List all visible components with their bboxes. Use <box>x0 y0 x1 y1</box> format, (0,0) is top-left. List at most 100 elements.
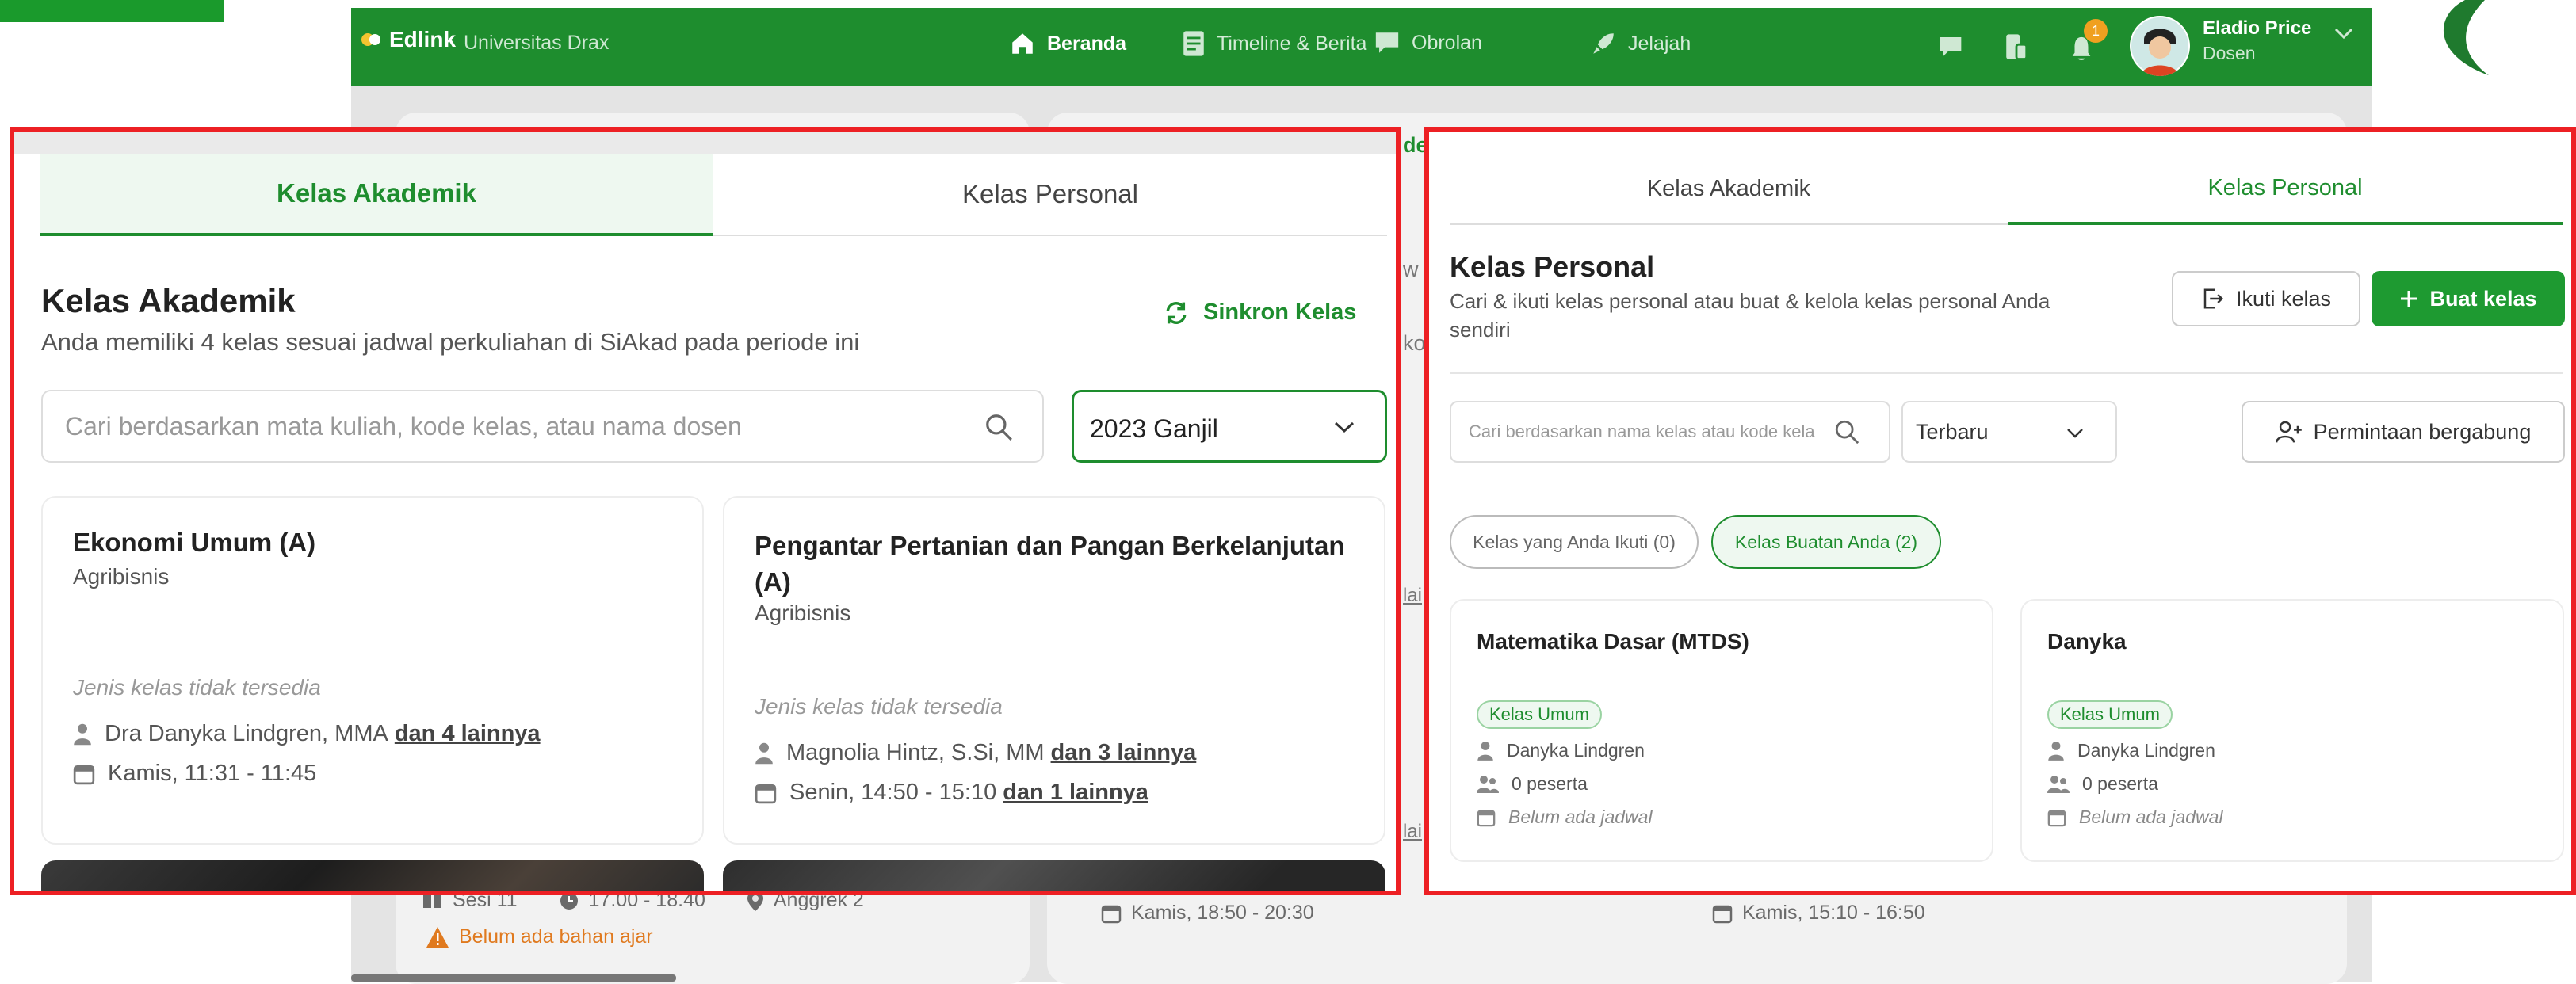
bg-schedule-1: Kamis, 18:50 - 20:30 <box>1101 902 1314 925</box>
class-owner: Danyka Lindgren <box>1477 740 1645 761</box>
bg-warning: Belum ada bahan ajar <box>426 925 653 948</box>
participant-count: 0 peserta <box>2082 773 2158 794</box>
lecturer-more-link[interactable]: dan 4 lainnya <box>395 721 541 747</box>
brand-name: Edlink <box>389 27 457 51</box>
enter-icon <box>2203 288 2223 309</box>
class-participants: 0 peserta <box>1477 773 1588 795</box>
rocket-icon <box>1593 33 1614 54</box>
nav-item-timeline[interactable]: Timeline & Berita <box>1182 30 1366 57</box>
notification-button[interactable]: 1 <box>2070 19 2109 65</box>
device-icon[interactable] <box>2005 33 2028 60</box>
section-title: Kelas Personal <box>1450 250 1655 283</box>
class-owner: Danyka Lindgren <box>2047 740 2215 761</box>
join-requests-button[interactable]: Permintaan bergabung <box>2242 401 2565 463</box>
class-lecturer: Magnolia Hintz, S.Si, MM dan 3 lainnya <box>755 740 1196 766</box>
schedule-text: Kamis, 15:10 - 16:50 <box>1742 902 1925 924</box>
home-icon <box>1012 33 1033 54</box>
warning-text: Belum ada bahan ajar <box>459 925 653 948</box>
tab-label: Kelas Personal <box>2207 174 2363 200</box>
nav-label: Obrolan <box>1412 31 1482 54</box>
class-card-image[interactable] <box>723 860 1385 891</box>
filter-created-classes[interactable]: Kelas Buatan Anda (2) <box>1711 515 1941 569</box>
edlink-logo[interactable]: Edlink <box>361 27 456 52</box>
tab-kelas-personal[interactable]: Kelas Personal <box>2008 154 2563 225</box>
lecturer-more-link[interactable]: dan 3 lainnya <box>1051 740 1197 766</box>
bg-peek-text: lai <box>1403 821 1423 842</box>
class-title: Pengantar Pertanian dan Pangan Berkelanj… <box>755 531 1345 597</box>
nav-label: Jelajah <box>1628 32 1691 55</box>
user-menu[interactable]: Eladio Price Dosen <box>2203 17 2322 73</box>
period-select[interactable]: 2023 Ganjil <box>1072 390 1387 463</box>
period-value: 2023 Ganjil <box>1090 414 1218 443</box>
class-card[interactable]: Ekonomi Umum (A) Agribisnis Jenis kelas … <box>41 496 704 845</box>
calendar-icon <box>2047 810 2066 826</box>
bg-peek-text: lai <box>1403 585 1423 606</box>
class-participants: 0 peserta <box>2047 773 2158 795</box>
class-lecturer: Dra Danyka Lindgren, MMA dan 4 lainnya <box>73 721 541 747</box>
decorative-green-block <box>0 0 224 22</box>
bg-peek-text: w <box>1403 257 1419 281</box>
personal-class-card[interactable]: Matematika Dasar (MTDS) Kelas Umum Danyk… <box>1450 599 1993 862</box>
sync-label: Sinkron Kelas <box>1203 299 1357 325</box>
tab-kelas-akademik[interactable]: Kelas Akademik <box>1450 154 2008 225</box>
nav-item-obrolan[interactable]: Obrolan <box>1374 30 1482 55</box>
section-subtitle: Cari & ikuti kelas personal atau buat & … <box>1450 289 2050 341</box>
schedule-text: Kamis, 18:50 - 20:30 <box>1131 902 1314 924</box>
filter-label: Kelas Buatan Anda (2) <box>1734 531 1918 552</box>
user-avatar[interactable] <box>2130 16 2190 76</box>
class-title: Matematika Dasar (MTDS) <box>1477 629 1749 654</box>
tab-label: Kelas Akademik <box>1646 175 1811 201</box>
class-card[interactable]: Pengantar Pertanian dan Pangan Berkelanj… <box>723 496 1385 845</box>
filter-followed-classes[interactable]: Kelas yang Anda Ikuti (0) <box>1450 515 1699 569</box>
class-schedule: Belum ada jadwal <box>2047 807 2223 828</box>
app-top-bar: Edlink Universitas Drax Beranda Timeline… <box>351 8 2372 86</box>
nav-item-beranda[interactable]: Beranda <box>1009 30 1126 57</box>
person-icon <box>1477 741 1493 761</box>
section-title: Kelas Akademik <box>41 282 296 319</box>
schedule-text: Senin, 14:50 - 15:10 <box>789 780 997 805</box>
calendar-icon <box>755 784 777 803</box>
search-icon <box>1835 420 1859 444</box>
nav-item-jelajah[interactable]: Jelajah <box>1590 30 1691 57</box>
join-class-button[interactable]: Ikuti kelas <box>2172 271 2360 326</box>
search-icon <box>986 414 1012 441</box>
section-subtitle: Anda memiliki 4 kelas sesuai jadwal perk… <box>41 328 860 356</box>
personal-class-panel: Kelas Akademik Kelas Personal Kelas Pers… <box>1424 127 2576 895</box>
users-icon <box>1477 775 1499 793</box>
join-label: Ikuti kelas <box>2235 286 2332 311</box>
create-label: Buat kelas <box>2429 286 2537 311</box>
chat-icon <box>1375 32 1399 53</box>
class-schedule: Belum ada jadwal <box>1477 807 1653 828</box>
create-class-button[interactable]: Buat kelas <box>2372 271 2565 326</box>
class-type-badge: Kelas Umum <box>2047 700 2173 729</box>
search-input[interactable]: Cari berdasarkan nama kelas atau kode ke… <box>1450 401 1890 463</box>
owner-name: Danyka Lindgren <box>2077 740 2215 761</box>
participant-count: 0 peserta <box>1512 773 1588 794</box>
notification-count-badge: 1 <box>2084 19 2108 43</box>
calendar-icon <box>1101 905 1122 923</box>
schedule-more-link[interactable]: dan 1 lainnya <box>1003 780 1148 806</box>
users-icon <box>2047 775 2070 793</box>
filter-label: Kelas yang Anda Ikuti (0) <box>1473 531 1676 552</box>
search-placeholder: Cari berdasarkan mata kuliah, kode kelas… <box>65 412 742 441</box>
tab-kelas-akademik[interactable]: Kelas Akademik <box>40 154 713 236</box>
search-input[interactable]: Cari berdasarkan mata kuliah, kode kelas… <box>41 390 1044 463</box>
person-icon <box>755 742 773 764</box>
sort-value: Terbaru <box>1916 420 1989 444</box>
requests-label: Permintaan bergabung <box>2313 419 2532 444</box>
calendar-icon <box>73 765 95 784</box>
sort-select[interactable]: Terbaru <box>1901 401 2117 463</box>
chevron-down-icon[interactable] <box>2334 27 2353 40</box>
help-icon[interactable] <box>1938 35 1963 59</box>
tab-label: Kelas Personal <box>962 179 1138 208</box>
user-role: Dosen <box>2203 43 2256 63</box>
class-program: Agribisnis <box>755 601 851 625</box>
class-schedule: Kamis, 11:31 - 11:45 <box>73 761 316 787</box>
class-card-image[interactable] <box>41 860 704 891</box>
divider <box>1450 372 2563 374</box>
personal-class-card[interactable]: Danyka Kelas Umum Danyka Lindgren 0 pese… <box>2020 599 2564 862</box>
bg-schedule-2: Kamis, 15:10 - 16:50 <box>1712 902 1925 925</box>
tab-kelas-personal[interactable]: Kelas Personal <box>713 154 1387 236</box>
chevron-down-icon <box>2067 429 2083 438</box>
sync-classes-button[interactable]: Sinkron Kelas <box>1164 299 1356 326</box>
